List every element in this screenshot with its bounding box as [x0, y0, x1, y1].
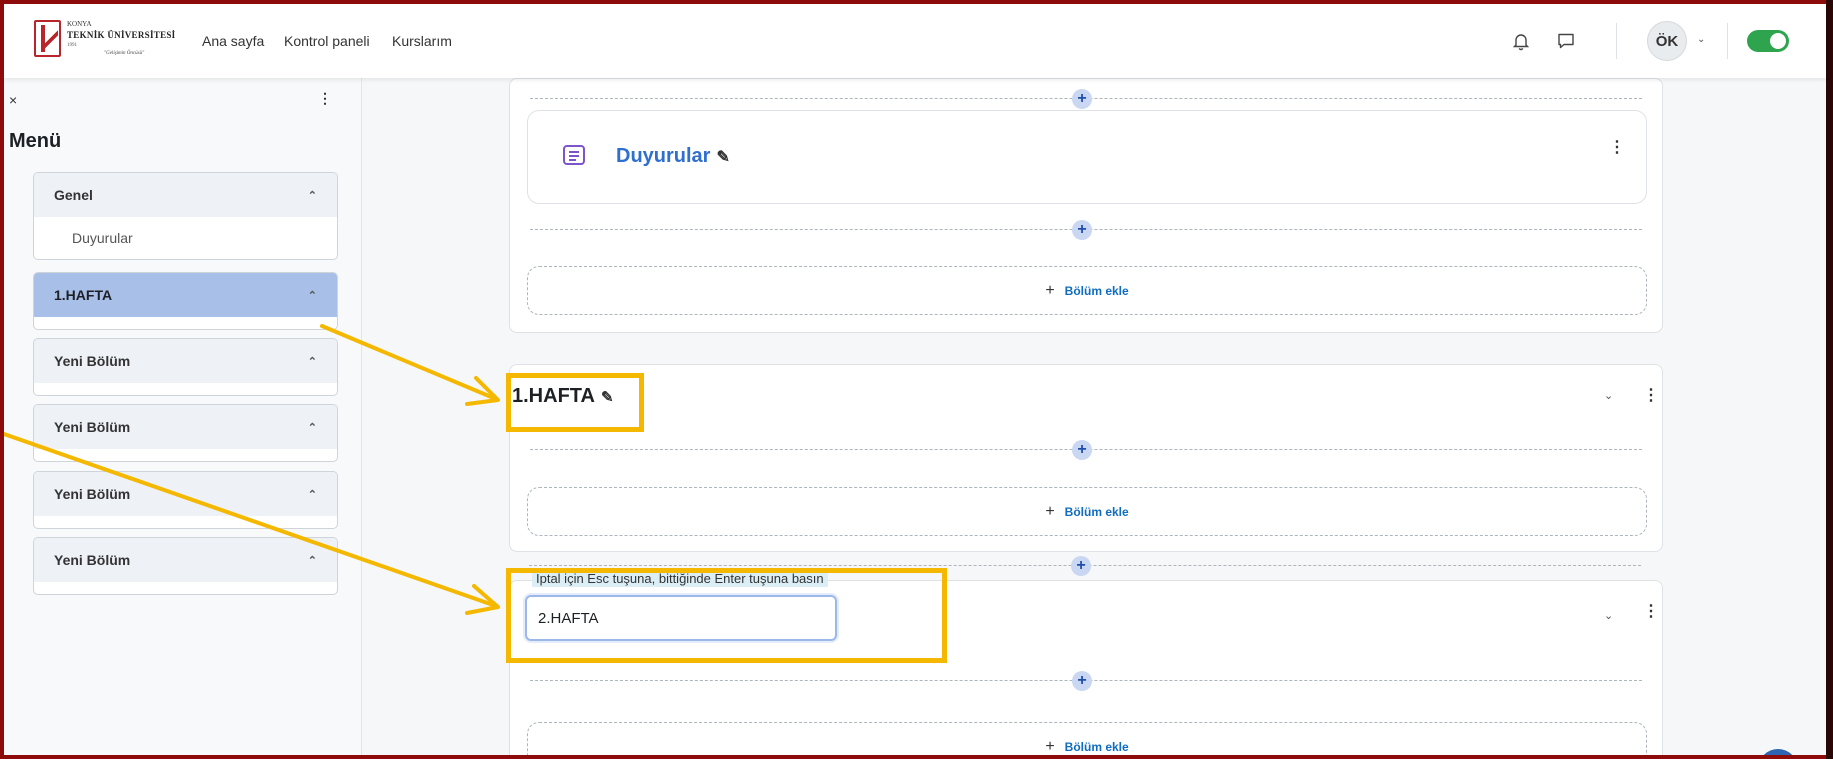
chevron-down-icon[interactable]: ⌄ [1604, 389, 1613, 402]
nav-link-home[interactable]: Ana sayfa [202, 33, 264, 49]
index-section-header[interactable]: Yeni Bölüm ⌃ [34, 339, 337, 383]
index-section-label: Yeni Bölüm [54, 552, 131, 568]
index-section-label: 1.HAFTA [54, 287, 113, 303]
user-avatar[interactable]: ÖK [1647, 21, 1687, 61]
add-activity-button[interactable]: + [1072, 440, 1092, 460]
chevron-up-icon[interactable]: ⌃ [308, 289, 317, 302]
index-section-header[interactable]: 1.HAFTA ⌃ [34, 273, 337, 317]
index-item-announcements[interactable]: Duyurular [34, 217, 337, 259]
logo-mark-icon [34, 20, 61, 57]
arrow-head-icon [465, 584, 500, 615]
index-section-label: Genel [54, 187, 93, 203]
course-index-drawer: × ⋮ Menü Genel ⌃ Duyurular 1.HAFTA ⌃ Yen… [4, 78, 362, 755]
section-menu-icon[interactable]: ⋮ [1643, 385, 1659, 405]
highlight-box-week1 [506, 373, 644, 432]
add-section-label: Bölüm ekle [1064, 739, 1129, 754]
chevron-down-icon[interactable]: ⌄ [1697, 34, 1705, 45]
index-section-new: Yeni Bölüm ⌃ [33, 471, 338, 529]
add-section-label: Bölüm ekle [1064, 283, 1129, 298]
add-activity-button[interactable]: + [1071, 556, 1091, 576]
activity-title[interactable]: Duyurular ✎ [616, 145, 730, 168]
section-card-general: + Duyurular ✎ ⋮ + + Bölüm ekle [509, 78, 1663, 333]
add-activity-row: + [530, 220, 1642, 240]
chevron-down-icon[interactable]: ⌄ [1604, 609, 1613, 622]
page-frame: KONYA TEKNİK ÜNİVERSİTESİ 1991 "Gelişimi… [4, 4, 1826, 755]
index-section-label: Yeni Bölüm [54, 419, 131, 435]
chevron-up-icon[interactable]: ⌃ [308, 355, 317, 368]
index-section-new: Yeni Bölüm ⌃ [33, 404, 338, 462]
index-section-label: Yeni Bölüm [54, 486, 131, 502]
more-options-icon[interactable]: ⋮ [318, 90, 332, 107]
add-activity-button[interactable]: + [1072, 220, 1092, 240]
section-menu-icon[interactable]: ⋮ [1643, 601, 1659, 621]
index-section-general: Genel ⌃ Duyurular [33, 172, 338, 260]
plus-icon: + [1045, 281, 1055, 299]
close-icon[interactable]: × [9, 92, 17, 108]
activity-announcements: Duyurular ✎ ⋮ [527, 110, 1647, 204]
edit-mode-toggle[interactable] [1747, 30, 1789, 52]
index-section-week1: 1.HAFTA ⌃ [33, 272, 338, 330]
pencil-icon[interactable]: ✎ [716, 147, 729, 167]
desktop-background [1826, 0, 1833, 759]
activity-menu-icon[interactable]: ⋮ [1609, 137, 1625, 157]
add-activity-button[interactable]: + [1072, 671, 1092, 691]
chevron-up-icon[interactable]: ⌃ [308, 488, 317, 501]
highlight-box-week2 [506, 568, 947, 663]
nav-link-my-courses[interactable]: Kurslarım [392, 33, 452, 49]
add-section-button[interactable]: + Bölüm ekle [527, 487, 1647, 536]
drawer-title: Menü [9, 130, 62, 152]
plus-icon: + [1045, 502, 1055, 520]
chevron-up-icon[interactable]: ⌃ [308, 189, 317, 202]
arrow-head-icon [465, 376, 500, 406]
nav-link-dashboard[interactable]: Kontrol paneli [284, 33, 370, 49]
chevron-up-icon[interactable]: ⌃ [308, 554, 317, 567]
add-activity-row: + [530, 89, 1642, 109]
index-section-new: Yeni Bölüm ⌃ [33, 537, 338, 595]
plus-icon: + [1045, 737, 1055, 755]
add-activity-button[interactable]: + [1072, 89, 1092, 109]
chevron-up-icon[interactable]: ⌃ [308, 421, 317, 434]
index-section-new: Yeni Bölüm ⌃ [33, 338, 338, 396]
logo-line-year: 1991 [67, 43, 77, 48]
bell-icon[interactable] [1511, 31, 1531, 51]
add-section-label: Bölüm ekle [1064, 504, 1129, 519]
help-button[interactable] [1758, 749, 1798, 755]
index-section-header[interactable]: Yeni Bölüm ⌃ [34, 472, 337, 516]
add-section-button[interactable]: + Bölüm ekle [527, 722, 1647, 755]
section-card-week1: 1.HAFTA ✎ ⌄ ⋮ + + Bölüm ekle [509, 364, 1663, 552]
index-section-header[interactable]: Genel ⌃ [34, 173, 337, 217]
add-section-button[interactable]: + Bölüm ekle [527, 266, 1647, 315]
activity-title-text[interactable]: Duyurular [616, 145, 710, 167]
forum-icon [563, 145, 585, 165]
logo-line-name: TEKNİK ÜNİVERSİTESİ [67, 30, 176, 40]
logo-line-konya: KONYA [67, 20, 92, 28]
chat-icon[interactable] [1556, 31, 1576, 51]
add-activity-row: + [530, 440, 1642, 460]
index-section-header[interactable]: Yeni Bölüm ⌃ [34, 538, 337, 582]
index-section-label: Yeni Bölüm [54, 353, 131, 369]
add-activity-row: + [530, 671, 1642, 691]
top-navbar: KONYA TEKNİK ÜNİVERSİTESİ 1991 "Gelişimi… [4, 4, 1826, 78]
navbar-divider [1616, 23, 1617, 59]
logo-tagline: "Gelişimin Öncüsü" [104, 51, 145, 56]
navbar-divider [1727, 23, 1728, 59]
index-section-header[interactable]: Yeni Bölüm ⌃ [34, 405, 337, 449]
university-logo[interactable]: KONYA TEKNİK ÜNİVERSİTESİ 1991 "Gelişimi… [34, 18, 179, 64]
